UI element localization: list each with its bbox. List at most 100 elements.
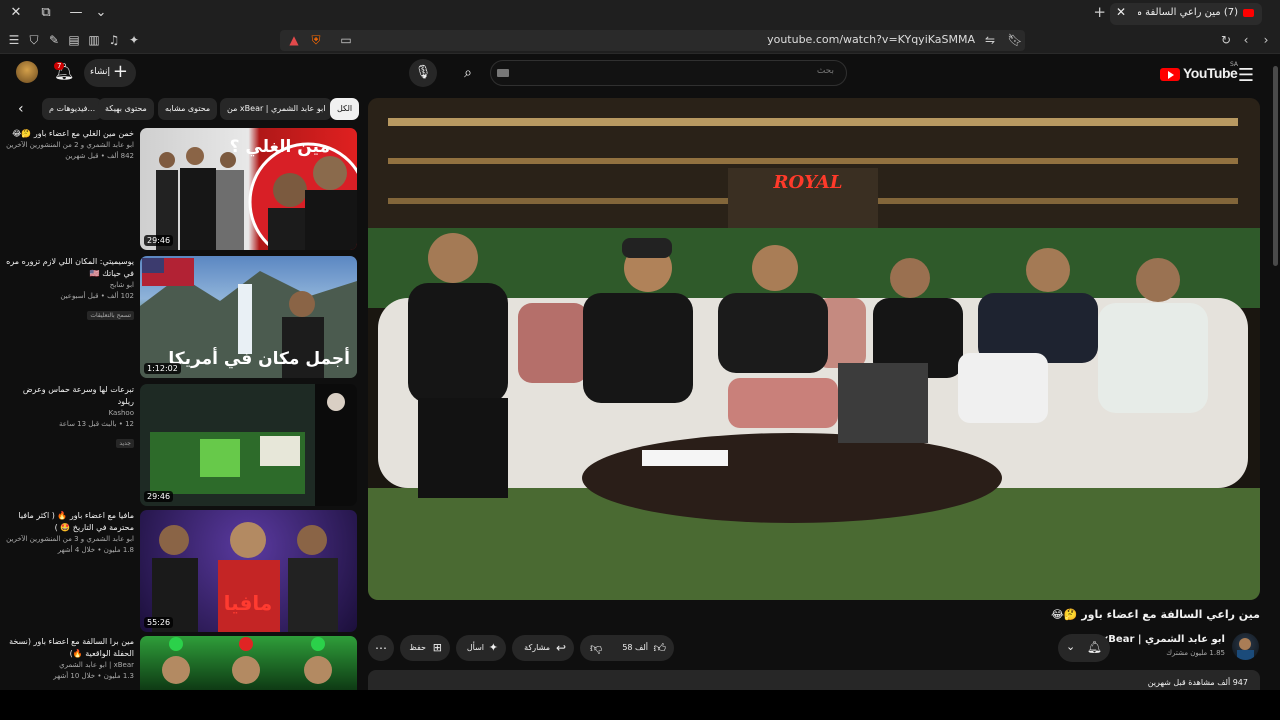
- thumbnail-art: مافيا: [152, 522, 338, 632]
- thumbnail-caption: مين الغلي ؟: [230, 137, 330, 157]
- share-label: مشاركة: [524, 643, 550, 652]
- news-icon[interactable]: ▤: [66, 32, 82, 48]
- video-thumbnail[interactable]: مين الغلي ؟ 29:46: [140, 128, 357, 250]
- recommendation-meta: 1.8 مليون • خلال 4 أشهر: [57, 546, 134, 554]
- ask-button[interactable]: ✦ اسأل: [456, 635, 506, 661]
- chevron-down-icon: ⌄: [1066, 640, 1076, 653]
- chip-all[interactable]: الكل: [330, 98, 360, 120]
- recommendation-channel[interactable]: ابو عابد الشمري و 3 من المنشورين الآخرين: [6, 534, 134, 545]
- voice-search-mic-icon[interactable]: 🎙︎: [409, 59, 437, 87]
- save-button[interactable]: ⊞ حفظ: [400, 635, 450, 661]
- shield-icon[interactable]: ⛉: [26, 32, 42, 48]
- extensions-icon[interactable]: ✦: [126, 32, 142, 48]
- recommendation-channel[interactable]: Kashoo: [6, 408, 134, 419]
- create-button[interactable]: + إنشاء: [84, 59, 136, 87]
- video-thumbnail[interactable]: [140, 636, 357, 690]
- back-icon[interactable]: ‹: [1238, 32, 1254, 48]
- recommendation-channel[interactable]: ابو عابد الشمري و 2 من المنشورين الآخرين: [6, 140, 134, 151]
- search-input[interactable]: بحث: [490, 60, 847, 86]
- like-dislike-group: 👍︎ 58 ألف 👎︎: [580, 635, 674, 661]
- video-thumbnail[interactable]: 29:46: [140, 384, 357, 506]
- recommendation-info: يوسيميتي: المكان اللي لازم تزوره مره في …: [6, 256, 134, 321]
- video-thumbnail[interactable]: مافيا 55:26: [140, 510, 357, 632]
- youtube-header: 🔔︎ 7 + إنشاء 🎙︎ ⌕ بحث YouTube SA ☰: [0, 54, 1280, 94]
- chip-related-content[interactable]: محتوى بهيكة: [98, 98, 154, 120]
- video-duration: 29:46: [144, 235, 174, 246]
- restore-window-icon[interactable]: ⧉: [36, 4, 56, 22]
- plus-icon: +: [112, 61, 128, 82]
- recommendation-title[interactable]: مافيا مع اعضاء باور 🔥 ( اكثر مافيا محترم…: [6, 510, 134, 534]
- address-bar[interactable]: ▲ ⛨ ▭ youtube.com/watch?v=KYqyiKaSMMA ⇋: [280, 30, 1025, 51]
- tab-title: (7) مين راعي السالفة مع اعضاء: [1138, 7, 1238, 18]
- sparkle-icon: ✦: [488, 641, 498, 654]
- recommendation-channel[interactable]: ابو شابح: [6, 280, 134, 291]
- more-actions-icon[interactable]: ⋯: [368, 635, 394, 661]
- thumbnail-caption: مافيا: [224, 591, 273, 615]
- recommendation-info: مافيا مع اعضاء باور 🔥 ( اكثر مافيا محترم…: [6, 510, 134, 556]
- recommendation-meta: 1.3 مليون • خلال 10 أشهر: [53, 672, 134, 680]
- page-scrollbar[interactable]: [1272, 54, 1280, 694]
- chip-from-channel[interactable]: من xBear | ابو عابد الشمري: [220, 98, 333, 120]
- recommendation-title[interactable]: يوسيميتي: المكان اللي لازم تزوره مره في …: [6, 256, 134, 280]
- music-icon[interactable]: ♫: [106, 32, 122, 48]
- browser-title-bar: ✕ ⧉ — ⌄ + (7) مين راعي السالفة مع اعضاء …: [0, 0, 1280, 27]
- keyboard-icon[interactable]: [497, 69, 509, 77]
- recommendation-info: مين برا السالفة مع اعضاء باور (نسخة الحف…: [6, 636, 134, 682]
- video-duration: 55:26: [144, 617, 174, 628]
- youtube-favicon-icon: [1243, 9, 1254, 17]
- subscriber-count: 1.85 مليون مشترك: [1166, 649, 1225, 657]
- sidebar-icon[interactable]: ▥: [86, 32, 102, 48]
- browser-tab[interactable]: (7) مين راعي السالفة مع اعضاء ✕: [1110, 3, 1262, 25]
- scrollbar-thumb[interactable]: [1273, 66, 1278, 266]
- recommendation-title[interactable]: خمن مين الغلي مع اعضاء باور 🤔😂: [6, 128, 134, 140]
- region-code: SA: [1229, 61, 1238, 68]
- subscription-bell-button[interactable]: 🔔︎ ⌄: [1058, 634, 1110, 662]
- chevron-left-icon[interactable]: ‹: [18, 98, 24, 120]
- bell-icon: 🔔︎: [1086, 640, 1102, 654]
- thumbnail-caption: أجمل مكان في أمريكا: [168, 347, 350, 369]
- recommendation-meta: 12 • بالبث قبل 13 ساعة: [59, 420, 134, 428]
- pin-icon[interactable]: ✎: [46, 32, 62, 48]
- chip-similar[interactable]: محتوى مشابه: [158, 98, 218, 120]
- shields-icon[interactable]: ⛨: [308, 32, 324, 48]
- like-count[interactable]: 58 ألف: [622, 635, 648, 661]
- venue-sign: ROYAL: [773, 172, 843, 193]
- create-label: إنشاء: [89, 67, 110, 77]
- bottom-bar: [0, 690, 1280, 720]
- recommendation-meta: 842 ألف • قبل شهرين: [65, 152, 134, 160]
- new-tab-button[interactable]: +: [1093, 3, 1106, 21]
- search-placeholder: بحث: [816, 66, 834, 76]
- close-window-icon[interactable]: ✕: [6, 4, 26, 22]
- brave-icon[interactable]: ▲: [286, 32, 302, 48]
- search-icon[interactable]: ⌕: [451, 59, 485, 87]
- recommendation-title[interactable]: مين برا السالفة مع اعضاء باور (نسخة الحف…: [6, 636, 134, 660]
- forward-icon[interactable]: ›: [1258, 32, 1274, 48]
- close-tab-icon[interactable]: ✕: [1116, 5, 1126, 19]
- recommendation-title[interactable]: تبرعات لها وسرعة حماس وعرض ريلود: [6, 384, 134, 408]
- channel-avatar[interactable]: [1232, 633, 1259, 660]
- save-label: حفظ: [409, 643, 426, 652]
- thumbnail-art: [162, 637, 332, 684]
- reload-icon[interactable]: ↻: [1218, 32, 1234, 48]
- share-link-icon[interactable]: ⇋: [982, 32, 998, 48]
- video-thumbnail[interactable]: أجمل مكان في أمريكا 1:12:02: [140, 256, 357, 378]
- chevron-down-icon[interactable]: ⌄: [91, 4, 111, 22]
- youtube-logo[interactable]: YouTube SA: [1160, 61, 1238, 83]
- reader-mode-icon[interactable]: ▭: [338, 32, 354, 48]
- video-player[interactable]: ROYAL: [368, 98, 1260, 600]
- url-text: youtube.com/watch?v=KYqyiKaSMMA: [767, 33, 975, 46]
- guide-menu-icon[interactable]: ☰: [1238, 65, 1254, 86]
- minimize-window-icon[interactable]: —: [66, 4, 86, 22]
- bookmark-icon[interactable]: 🔖︎: [1007, 32, 1023, 48]
- like-thumb-icon[interactable]: 👍︎: [653, 635, 666, 661]
- thumbnail-art: أجمل مكان في أمريكا: [140, 258, 357, 378]
- save-bookmark-icon: ⊞: [432, 641, 442, 654]
- channel-name[interactable]: ابو عابد الشمري | xBear: [1102, 634, 1225, 645]
- recommendation-channel[interactable]: xBear | ابو عابد الشمري: [6, 660, 134, 671]
- share-button[interactable]: ↩ مشاركة: [512, 635, 574, 661]
- dislike-thumb-icon[interactable]: 👎︎: [590, 635, 602, 661]
- account-avatar[interactable]: [16, 61, 38, 83]
- chip-more-videos[interactable]: فيديوهات م...: [42, 98, 103, 120]
- menu-icon[interactable]: ☰: [6, 32, 22, 48]
- recommendation-badge: جديد: [116, 439, 134, 448]
